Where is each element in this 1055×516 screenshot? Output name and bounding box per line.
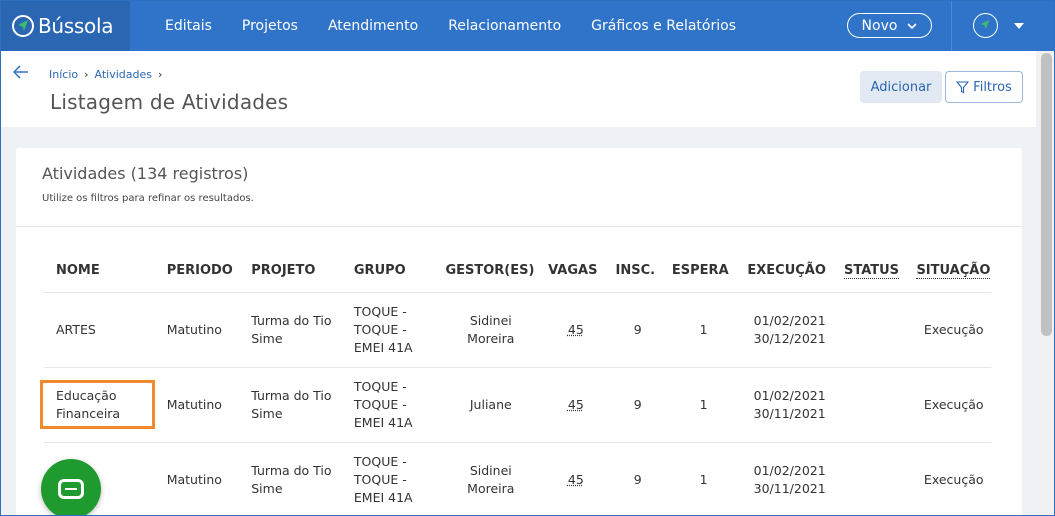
breadcrumb-atividades[interactable]: Atividades [95, 68, 152, 81]
filter-button[interactable]: Filtros [945, 71, 1023, 103]
exec-fim: 30/12/2021 [753, 330, 826, 346]
cell-execucao: 01/02/2021 30/11/2021 [735, 367, 832, 443]
cell-nome: Educação Financeira [40, 367, 155, 443]
activity-name-link[interactable]: ARTES [44, 292, 155, 368]
cell-projeto: Turma do Tio Sime [239, 367, 342, 443]
col-situacao-label: SITUAÇÃO [916, 262, 991, 279]
compass-icon [12, 14, 34, 37]
cell-status [831, 367, 905, 443]
brand-name: Bússola [38, 13, 114, 38]
cell-espera: 1 [659, 367, 736, 443]
card-title: Atividades (134 registros) [42, 164, 249, 183]
nav-graficos-relatorios[interactable]: Gráficos e Relatórios [576, 18, 751, 34]
cell-situacao: Execução [904, 442, 991, 516]
activity-name-link[interactable]: Educação Financeira [40, 380, 155, 429]
col-periodo[interactable]: PERIODO [154, 249, 240, 293]
cell-execucao: 01/02/2021 30/11/2021 [735, 442, 832, 516]
breadcrumb-separator: › [84, 68, 89, 81]
cell-vagas: 45 [536, 367, 604, 443]
cell-gestor: Sidinei Moreira [433, 292, 537, 368]
table-header-row: NOME PERIODO PROJETO GRUPO GESTOR(ES) VA… [44, 249, 991, 293]
activities-table: NOME PERIODO PROJETO GRUPO GESTOR(ES) VA… [40, 249, 991, 516]
col-projeto[interactable]: PROJETO [239, 249, 342, 293]
page-title: Listagem de Atividades [50, 90, 289, 114]
table-row: Educação Financeira Matutino Turma do Ti… [40, 367, 991, 443]
cell-projeto: Turma do Tio Sime [239, 292, 342, 368]
col-grupo[interactable]: GRUPO [341, 249, 434, 293]
cell-situacao: Execução [904, 292, 991, 368]
chat-icon [58, 479, 84, 499]
nav-editais[interactable]: Editais [150, 18, 227, 34]
scrollbar-thumb[interactable] [1041, 53, 1052, 336]
exec-inicio: 01/02/2021 [753, 462, 826, 478]
exec-inicio: 01/02/2021 [753, 387, 826, 403]
col-insc[interactable]: INSC. [603, 249, 660, 293]
cell-espera: 1 [659, 292, 736, 368]
activities-card: Atividades (134 registros) Utilize os fi… [16, 148, 1022, 516]
user-menu[interactable] [973, 13, 1024, 38]
table-row: ARTES Matutino Turma do Tio Sime TOQUE -… [44, 292, 991, 368]
col-nome[interactable]: NOME [44, 249, 155, 293]
col-status-label: STATUS [843, 262, 900, 279]
breadcrumb-separator: › [158, 68, 163, 81]
brand-logo-link[interactable]: Bússola [0, 0, 130, 51]
vagas-value[interactable]: 45 [568, 472, 584, 487]
nav-relacionamento[interactable]: Relacionamento [433, 18, 576, 34]
vagas-value[interactable]: 45 [568, 322, 584, 337]
cell-gestor: Sidinei Moreira [433, 442, 537, 516]
exec-fim: 30/11/2021 [753, 480, 826, 496]
nav-divider [951, 0, 952, 51]
col-status[interactable]: STATUS [831, 249, 905, 293]
cell-status [831, 442, 905, 516]
novo-dropdown-button[interactable]: Novo [847, 13, 932, 38]
caret-down-icon[interactable] [1014, 22, 1024, 29]
cell-status [831, 292, 905, 368]
cell-grupo: TOQUE - TOQUE - EMEI 41A [341, 442, 434, 516]
nav-atendimento[interactable]: Atendimento [313, 18, 433, 34]
novo-label: Novo [861, 17, 898, 34]
cell-grupo: TOQUE - TOQUE - EMEI 41A [341, 367, 434, 443]
cell-insc: 9 [603, 292, 660, 368]
exec-fim: 30/11/2021 [753, 405, 826, 421]
add-button[interactable]: Adicionar [860, 71, 942, 103]
avatar[interactable] [973, 13, 998, 38]
filter-label: Filtros [973, 79, 1012, 95]
cell-insc: 9 [603, 367, 660, 443]
divider [16, 226, 1022, 227]
cell-espera: 1 [659, 442, 736, 516]
filter-icon [956, 80, 970, 93]
nav-projetos[interactable]: Projetos [227, 18, 313, 34]
cell-grupo: TOQUE - TOQUE - EMEI 41A [341, 292, 434, 368]
exec-inicio: 01/02/2021 [753, 312, 826, 328]
col-espera[interactable]: ESPERA [659, 249, 736, 293]
col-execucao[interactable]: EXECUÇÃO [735, 249, 832, 293]
page-header: Início › Atividades › Listagem de Ativid… [1, 51, 1036, 127]
card-subtitle: Utilize os filtros para refinar os resul… [42, 193, 254, 204]
cell-periodo: Matutino [154, 442, 240, 516]
cell-periodo: Matutino [154, 292, 240, 368]
cell-insc: 9 [603, 442, 660, 516]
chevron-down-icon [907, 22, 918, 29]
col-gestor[interactable]: GESTOR(ES) [433, 249, 537, 293]
col-situacao[interactable]: SITUAÇÃO [904, 249, 991, 293]
breadcrumb: Início › Atividades › [49, 68, 162, 81]
top-navbar: Bússola Editais Projetos Atendimento Rel… [0, 0, 1055, 51]
main-nav: Editais Projetos Atendimento Relacioname… [150, 0, 751, 51]
breadcrumb-inicio[interactable]: Início [49, 68, 78, 81]
cell-execucao: 01/02/2021 30/12/2021 [735, 292, 832, 368]
cell-vagas: 45 [536, 442, 604, 516]
cell-gestor: Juliane [433, 367, 537, 443]
cell-projeto: Turma do Tio Sime [239, 442, 342, 516]
col-vagas[interactable]: VAGAS [536, 249, 604, 293]
cell-periodo: Matutino [154, 367, 240, 443]
cell-situacao: Execução [904, 367, 991, 443]
cell-vagas: 45 [536, 292, 604, 368]
table-row: ...TE Matutino Turma do Tio Sime TOQUE -… [44, 442, 991, 516]
chat-button[interactable] [41, 459, 101, 516]
vagas-value[interactable]: 45 [568, 397, 584, 412]
arrow-left-icon[interactable] [13, 65, 29, 79]
